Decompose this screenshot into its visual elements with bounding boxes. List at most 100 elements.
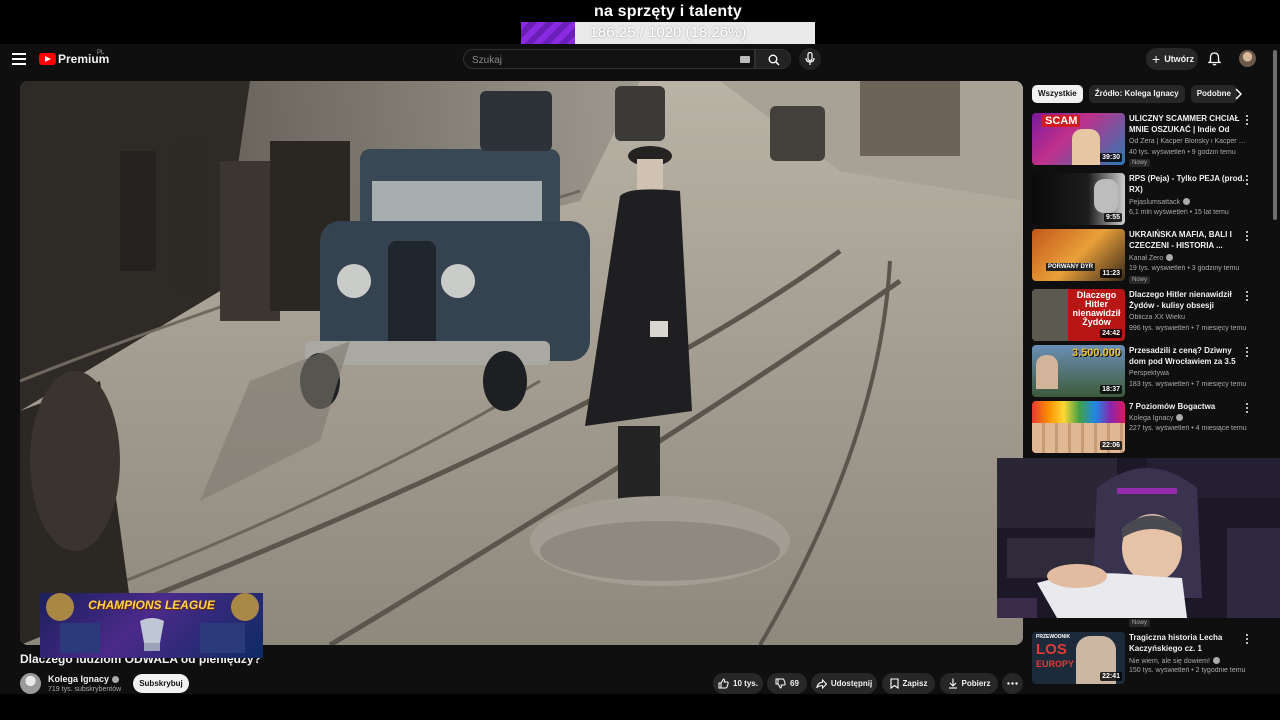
goal-title: na sprzęty i talenty (593, 3, 743, 20)
more-actions-button[interactable] (1002, 673, 1023, 694)
more-vertical-icon[interactable] (1246, 403, 1250, 415)
scrollbar[interactable] (1273, 50, 1277, 220)
search-input[interactable] (472, 53, 732, 67)
share-label: Udostępnij (830, 679, 873, 688)
thumb-los: LOS (1036, 641, 1067, 658)
account-avatar[interactable] (1239, 50, 1256, 67)
search-icon (768, 54, 780, 66)
thumb-person (1072, 129, 1100, 165)
video-thumbnail[interactable]: 9:55 (1032, 173, 1125, 225)
channel-name: Pejaslumsattack (1129, 198, 1247, 206)
chip-source-channel[interactable]: Źródło: Kolega Ignacy (1088, 85, 1185, 103)
thumb-portrait (1032, 289, 1068, 341)
recommendation-item[interactable]: 9:55 RPS (Peja) - Tylko PEJA (prod. RX) … (1032, 173, 1262, 229)
more-vertical-icon[interactable] (1246, 634, 1250, 646)
thumb-person (1036, 355, 1058, 389)
microphone-icon (805, 52, 815, 65)
dislike-count: 69 (790, 679, 799, 688)
bottom-band (0, 694, 1280, 720)
video-duration: 9:55 (1103, 213, 1122, 222)
share-button[interactable]: Udostępnij (811, 673, 877, 694)
video-meta: 227 tys. wyświetleń • 4 miesiące temu (1129, 425, 1247, 432)
dislike-button[interactable]: 69 (767, 673, 807, 694)
like-count: 10 tys. (733, 679, 758, 688)
channel-name-text: Kolega Ignacy (48, 674, 110, 684)
search-button[interactable] (755, 49, 791, 69)
more-vertical-icon[interactable] (1246, 231, 1250, 243)
thumb-price: 3.500.000 (1072, 347, 1121, 359)
chip-similar[interactable]: Podobne (1190, 85, 1237, 103)
filter-chips: Wszystkie Źródło: Kolega Ignacy Podobne (1032, 85, 1237, 103)
video-thumbnail[interactable]: PRZEWODNIK LOS EUROPY 22:41 (1032, 632, 1125, 684)
download-button[interactable]: Pobierz (940, 673, 998, 694)
channel-name: Nie wiem, ale się dowiem! (1129, 657, 1247, 665)
thumb-europe: EUROPY (1036, 659, 1075, 669)
video-duration: 39:30 (1100, 153, 1122, 162)
video-thumbnail[interactable]: 22:06 (1032, 401, 1125, 453)
video-title: 7 Poziomów Bogactwa (1129, 402, 1216, 411)
video-title: Dlaczego Hitler nienawidził Żydów - kuli… (1129, 290, 1232, 310)
thumb-person (1094, 179, 1118, 213)
video-title: RPS (Peja) - Tylko PEJA (prod. RX) (1129, 174, 1245, 194)
champions-league-banner: CHAMPIONS LEAGUE (40, 593, 263, 658)
verified-icon (1182, 198, 1190, 205)
create-button[interactable]: + Utwórz (1146, 48, 1198, 70)
channel-name: Od Zera | Kacper Blonsky i Kacper Blons.… (1129, 138, 1247, 145)
verified-icon (112, 676, 120, 683)
chip-all[interactable]: Wszystkie (1032, 85, 1083, 103)
save-button[interactable]: Zapisz (882, 673, 935, 694)
more-vertical-icon[interactable] (1246, 115, 1250, 127)
recommendation-item[interactable]: PRZEWODNIK LOS EUROPY 22:41 Tragiczna hi… (1032, 632, 1262, 688)
video-meta: 150 tys. wyświetleń • 2 tygodnie temu (1129, 667, 1246, 674)
video-player[interactable] (20, 81, 1023, 645)
download-label: Pobierz (961, 679, 991, 688)
top-bar: Premium PL + Utwórz (0, 44, 1280, 74)
channel-name: Kolega Ignacy (1129, 414, 1247, 422)
recommendation-item[interactable]: 22:06 7 Poziomów Bogactwa Kolega Ignacy … (1032, 401, 1262, 457)
plus-icon: + (1152, 51, 1161, 67)
thumb-guide-label: PRZEWODNIK (1036, 634, 1071, 640)
verified-icon (1212, 657, 1220, 664)
channel-name-text: Kolega Ignacy (1129, 415, 1174, 422)
thumb-line-4: Żydów (1082, 317, 1111, 327)
video-duration: 24:42 (1100, 329, 1122, 338)
thumb-text-kidnapped: PORWANY DYR (1046, 263, 1096, 271)
video-thumbnail[interactable]: Dlaczego Hitler nienawidził Żydów 24:42 (1032, 289, 1125, 341)
more-vertical-icon[interactable] (1246, 291, 1250, 303)
video-duration: 22:41 (1100, 672, 1122, 681)
more-vertical-icon[interactable] (1246, 347, 1250, 359)
video-thumbnail[interactable]: SCAM 39:30 (1032, 113, 1125, 165)
streamer-webcam (997, 458, 1280, 618)
search-box (463, 49, 755, 69)
video-thumbnail[interactable]: PORWANY DYR 11:23 (1032, 229, 1125, 281)
channel-name: Kanał Zero (1129, 254, 1247, 262)
channel-avatar[interactable] (20, 673, 41, 694)
video-duration: 18:37 (1100, 385, 1122, 394)
video-title: Tragiczna historia Lecha Kaczyńskiego cz… (1129, 633, 1223, 653)
video-thumbnail[interactable]: 3.500.000 18:37 (1032, 345, 1125, 397)
subscribe-button[interactable]: Subskrybuj (133, 674, 189, 693)
video-frame (20, 81, 1023, 645)
youtube-play-icon (39, 53, 56, 65)
notifications-bell-icon[interactable] (1208, 52, 1221, 66)
recommendation-item[interactable]: Dlaczego Hitler nienawidził Żydów 24:42 … (1032, 289, 1262, 345)
recommendation-item[interactable]: PORWANY DYR 11:23 UKRAIŃSKA MAFIA, BALI … (1032, 229, 1262, 285)
recommendation-item[interactable]: 3.500.000 18:37 Przesadzili z ceną? Dziw… (1032, 345, 1262, 401)
thumb-text-scam: SCAM (1042, 115, 1081, 127)
menu-icon[interactable] (12, 53, 26, 65)
more-vertical-icon[interactable] (1246, 175, 1250, 187)
bookmark-icon (889, 678, 899, 689)
keyboard-icon[interactable] (740, 56, 750, 63)
video-title: Przesadzili z ceną? Dziwny dom pod Wrocł… (1129, 346, 1236, 366)
channel-name[interactable]: Kolega Ignacy (48, 674, 120, 684)
save-label: Zapisz (902, 679, 928, 688)
channel-name-text: Nie wiem, ale się dowiem! (1129, 658, 1210, 665)
create-label: Utwórz (1164, 54, 1195, 64)
trophy-graphic (46, 593, 259, 653)
video-meta: 19 tys. wyświetleń • 3 godziny temu (1129, 265, 1240, 272)
recommendation-item[interactable]: SCAM 39:30 ULICZNY SCAMMER CHCIAŁ MNIE O… (1032, 113, 1262, 169)
voice-search-button[interactable] (799, 48, 821, 70)
chevron-right-icon[interactable] (1234, 88, 1242, 100)
like-button[interactable]: 10 tys. (713, 673, 763, 694)
thumbs-up-icon (718, 678, 729, 689)
